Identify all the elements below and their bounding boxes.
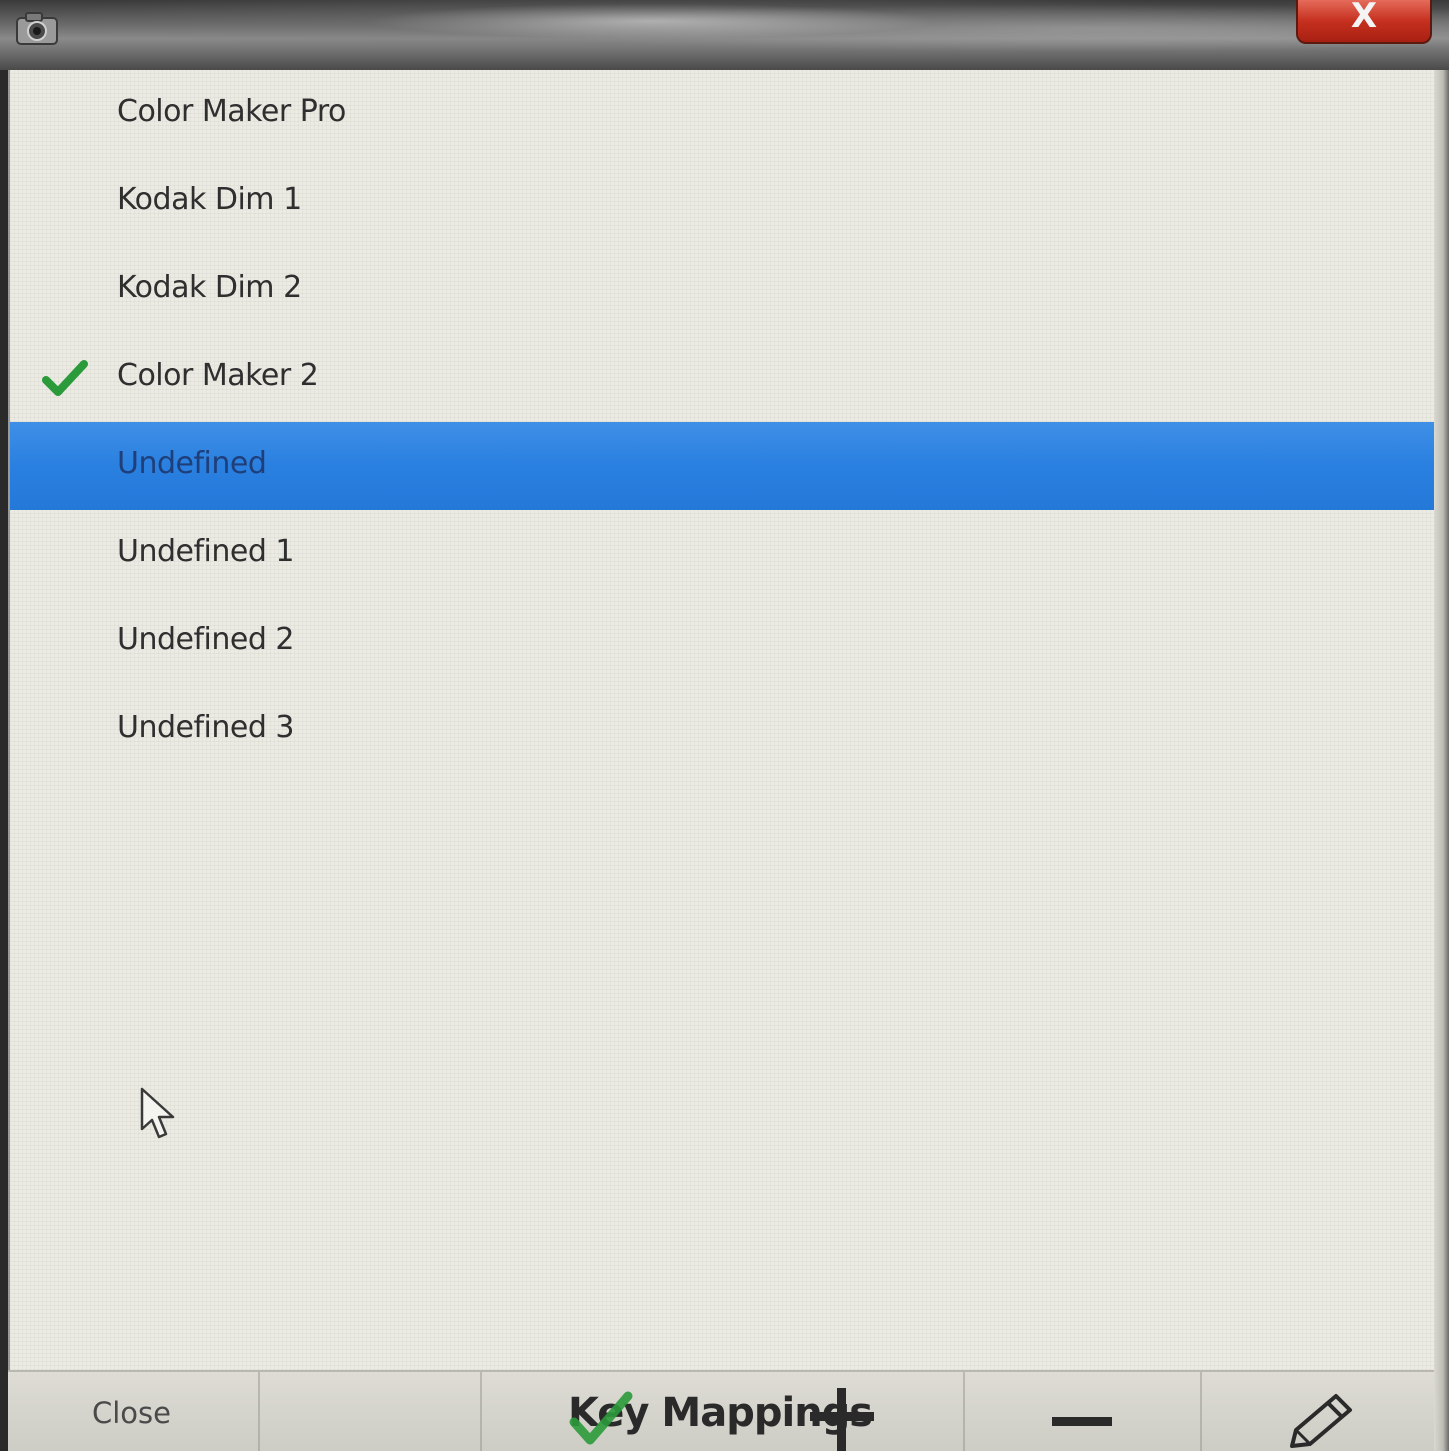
pencil-icon[interactable]	[1280, 1390, 1360, 1451]
list-item-label: Color Maker 2	[117, 358, 319, 393]
list-item-label: Undefined 2	[117, 622, 295, 657]
window-right-edge	[1434, 70, 1449, 1451]
list-item[interactable]: Undefined 1	[10, 510, 1434, 598]
list-item-label: Undefined 1	[117, 534, 295, 569]
mouse-pointer-icon	[140, 1087, 175, 1139]
window-close-button[interactable]: X	[1296, 0, 1432, 44]
list-item[interactable]: Kodak Dim 1	[10, 158, 1434, 246]
toolbar-separator	[1200, 1372, 1202, 1451]
mapping-list: Color Maker Pro Kodak Dim 1 Kodak Dim 2 …	[10, 70, 1434, 774]
title-bar-background	[0, 0, 1449, 70]
camera-icon	[16, 12, 58, 45]
list-item[interactable]: Undefined 3	[10, 686, 1434, 774]
toolbar-separator	[963, 1372, 965, 1451]
minus-icon[interactable]	[1040, 1395, 1126, 1445]
list-item[interactable]: Undefined 2	[10, 598, 1434, 686]
list-item[interactable]: Color Maker Pro	[10, 70, 1434, 158]
toolbar-separator	[258, 1372, 260, 1451]
list-item-selected[interactable]: Undefined	[10, 422, 1434, 510]
toolbar-separator	[480, 1372, 482, 1451]
close-button-label: Close	[92, 1396, 171, 1430]
list-item[interactable]: Color Maker 2	[10, 334, 1434, 422]
close-x-icon: X	[1350, 0, 1378, 36]
mapping-list-panel: Color Maker Pro Kodak Dim 1 Kodak Dim 2 …	[8, 70, 1434, 1370]
bottom-toolbar: Close Key Mappings	[8, 1370, 1434, 1451]
app-window: X Color Maker Pro Kodak Dim 1 Kodak Dim …	[0, 0, 1449, 1451]
plus-icon[interactable]	[800, 1380, 886, 1451]
list-item-label: Kodak Dim 1	[117, 182, 302, 217]
list-item-label: Kodak Dim 2	[117, 270, 302, 305]
close-button[interactable]: Close	[68, 1372, 258, 1451]
checkmark-icon	[569, 1391, 633, 1445]
list-item[interactable]: Kodak Dim 2	[10, 246, 1434, 334]
checkmark-icon	[42, 360, 88, 396]
list-item-label: Color Maker Pro	[117, 94, 346, 129]
list-item-label: Undefined	[117, 446, 267, 481]
title-bar[interactable]: X	[0, 0, 1449, 70]
list-item-label: Undefined 3	[117, 710, 295, 745]
